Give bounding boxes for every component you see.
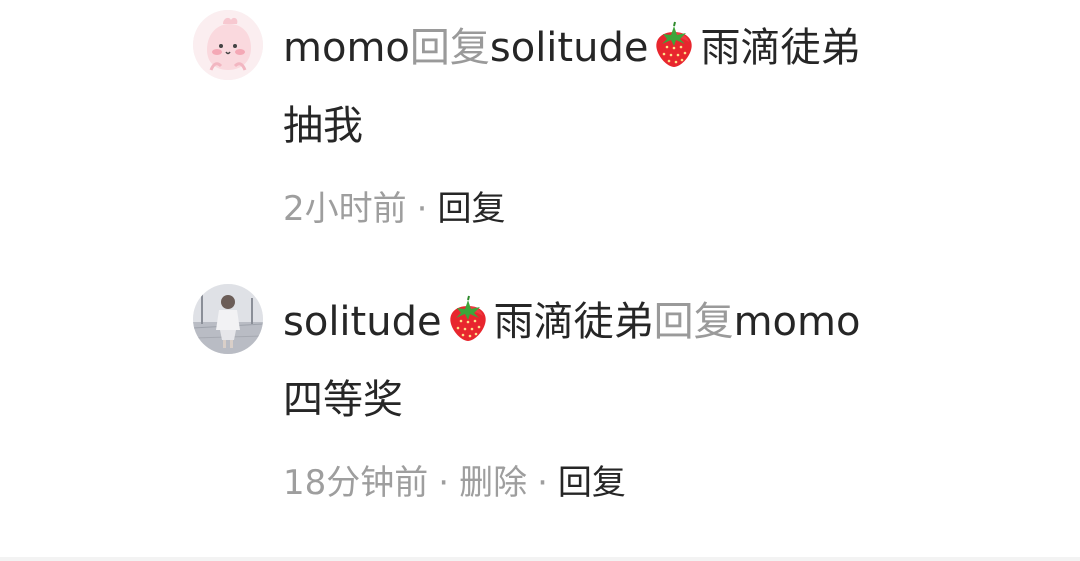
comment-time: 2小时前 bbox=[283, 189, 407, 229]
target-name[interactable]: momo bbox=[734, 299, 861, 345]
reply-button[interactable]: 回复 bbox=[437, 189, 505, 229]
strawberry-icon bbox=[443, 294, 493, 344]
comment-text: 四等奖 bbox=[283, 377, 403, 423]
comment-reply-item: momo回复solitude 雨滴徒弟 抽我 2小时前 · 回复 bbox=[0, 0, 1080, 262]
photo-avatar-icon bbox=[193, 284, 263, 354]
divider bbox=[0, 557, 1080, 561]
reply-button[interactable]: 回复 bbox=[558, 463, 626, 503]
comment-meta: 18分钟前 · 删除 · 回复 bbox=[283, 461, 963, 505]
pink-character-avatar-icon bbox=[193, 10, 263, 80]
delete-button[interactable]: 删除 bbox=[459, 463, 527, 503]
avatar-momo[interactable] bbox=[193, 10, 263, 80]
target-name-suffix: 雨滴徒弟 bbox=[700, 25, 861, 71]
author-name-text: solitude bbox=[283, 299, 442, 345]
strawberry-icon bbox=[649, 20, 699, 70]
comment-header: momo回复solitude 雨滴徒弟 bbox=[283, 20, 963, 76]
author-name-suffix: 雨滴徒弟 bbox=[493, 299, 654, 345]
avatar-solitude[interactable] bbox=[193, 284, 263, 354]
comment-header: solitude 雨滴徒弟回复momo bbox=[283, 294, 963, 350]
comment-text: 抽我 bbox=[283, 103, 363, 149]
separator-dot: · bbox=[416, 189, 428, 229]
comment-meta: 2小时前 · 回复 bbox=[283, 187, 963, 231]
comment-time: 18分钟前 bbox=[283, 463, 429, 503]
reply-label: 回复 bbox=[409, 25, 490, 71]
comment-content: solitude 雨滴徒弟回复momo 四等奖 18分钟前 · 删除 · 回复 bbox=[283, 294, 963, 505]
reply-label: 回复 bbox=[653, 299, 734, 345]
comment-reply-item: solitude 雨滴徒弟回复momo 四等奖 18分钟前 · 删除 · 回复 bbox=[0, 276, 1080, 546]
author-name[interactable]: solitude 雨滴徒弟 bbox=[283, 295, 654, 345]
author-name[interactable]: momo bbox=[283, 25, 410, 71]
comment-content: momo回复solitude 雨滴徒弟 抽我 2小时前 · 回复 bbox=[283, 20, 963, 231]
target-name-text: solitude bbox=[489, 25, 649, 71]
target-name[interactable]: solitude 雨滴徒弟 bbox=[489, 21, 861, 71]
separator-dot: · bbox=[537, 463, 548, 503]
separator-dot: · bbox=[438, 463, 450, 503]
